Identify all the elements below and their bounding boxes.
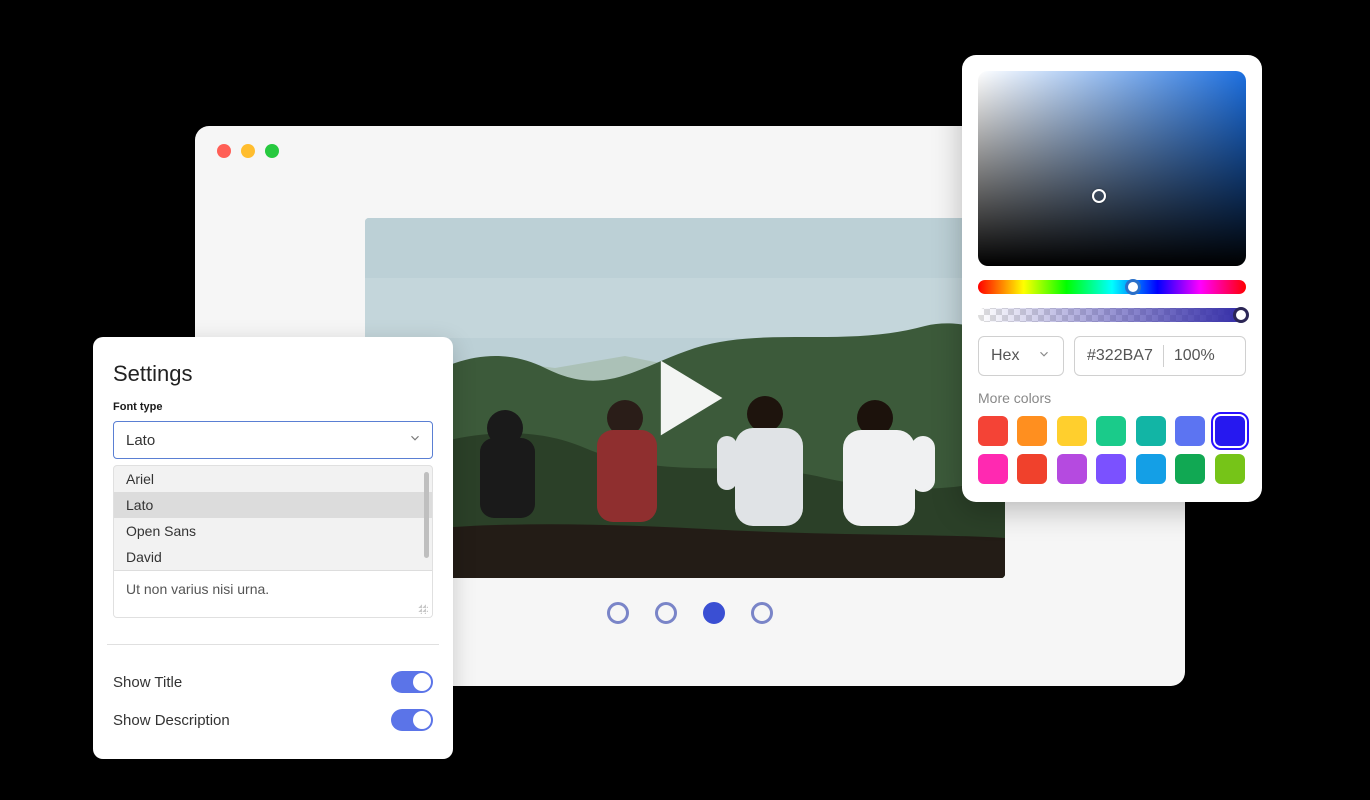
settings-panel: Settings Font type Lato Ariel Lato Open … (93, 337, 453, 759)
font-preview-textarea[interactable]: Ut non varius nisi urna. (114, 570, 432, 617)
font-option-lato[interactable]: Lato (114, 492, 432, 518)
opacity-value: 100% (1174, 347, 1215, 365)
color-swatch-10[interactable] (1096, 454, 1126, 484)
color-swatch-11[interactable] (1136, 454, 1166, 484)
swatch-grid (978, 416, 1246, 484)
saturation-value-area[interactable] (978, 71, 1246, 266)
color-input-row: Hex #322BA7 100% (978, 336, 1246, 376)
color-swatch-1[interactable] (1017, 416, 1047, 446)
font-type-dropdown: Ariel Lato Open Sans David Ut non varius… (113, 465, 433, 618)
font-type-value: Lato (126, 432, 155, 449)
pager-dot-3[interactable] (703, 602, 725, 624)
color-swatch-9[interactable] (1057, 454, 1087, 484)
chevron-down-icon (408, 431, 422, 449)
more-colors-label: More colors (978, 390, 1246, 406)
play-icon[interactable] (630, 343, 740, 453)
hue-thumb[interactable] (1125, 279, 1141, 295)
color-format-select[interactable]: Hex (978, 336, 1064, 376)
font-option-david[interactable]: David (114, 544, 432, 570)
divider (107, 644, 439, 645)
show-title-row: Show Title (113, 663, 433, 701)
color-swatch-5[interactable] (1175, 416, 1205, 446)
color-swatch-12[interactable] (1175, 454, 1205, 484)
video-preview[interactable] (365, 218, 1005, 578)
pager-dot-1[interactable] (607, 602, 629, 624)
show-description-toggle[interactable] (391, 709, 433, 731)
color-swatch-8[interactable] (1017, 454, 1047, 484)
color-swatch-13[interactable] (1215, 454, 1245, 484)
alpha-thumb[interactable] (1233, 307, 1249, 323)
separator (1163, 345, 1164, 367)
color-swatch-3[interactable] (1096, 416, 1126, 446)
font-type-label: Font type (113, 401, 433, 413)
show-title-label: Show Title (113, 674, 182, 691)
show-description-label: Show Description (113, 712, 230, 729)
color-swatch-2[interactable] (1057, 416, 1087, 446)
carousel-pager (607, 602, 773, 624)
dropdown-scrollbar[interactable] (424, 472, 429, 558)
color-swatch-0[interactable] (978, 416, 1008, 446)
sv-cursor[interactable] (1092, 189, 1106, 203)
font-option-open-sans[interactable]: Open Sans (114, 518, 432, 544)
color-swatch-7[interactable] (978, 454, 1008, 484)
font-type-select[interactable]: Lato (113, 421, 433, 459)
font-option-ariel[interactable]: Ariel (114, 466, 432, 492)
resize-grip-icon[interactable] (418, 604, 428, 614)
chevron-down-icon (1037, 347, 1051, 366)
settings-title: Settings (113, 361, 433, 387)
hex-value: #322BA7 (1087, 347, 1153, 365)
window-controls (217, 144, 279, 158)
minimize-window-button[interactable] (241, 144, 255, 158)
color-swatch-6[interactable] (1215, 416, 1245, 446)
alpha-slider[interactable] (978, 308, 1246, 322)
pager-dot-2[interactable] (655, 602, 677, 624)
color-swatch-4[interactable] (1136, 416, 1166, 446)
pager-dot-4[interactable] (751, 602, 773, 624)
show-description-row: Show Description (113, 701, 433, 739)
hue-slider[interactable] (978, 280, 1246, 294)
textarea-value: Ut non varius nisi urna. (126, 581, 269, 597)
color-value-input[interactable]: #322BA7 100% (1074, 336, 1246, 376)
maximize-window-button[interactable] (265, 144, 279, 158)
color-format-value: Hex (991, 347, 1019, 365)
show-title-toggle[interactable] (391, 671, 433, 693)
close-window-button[interactable] (217, 144, 231, 158)
color-picker-panel: Hex #322BA7 100% More colors (962, 55, 1262, 502)
